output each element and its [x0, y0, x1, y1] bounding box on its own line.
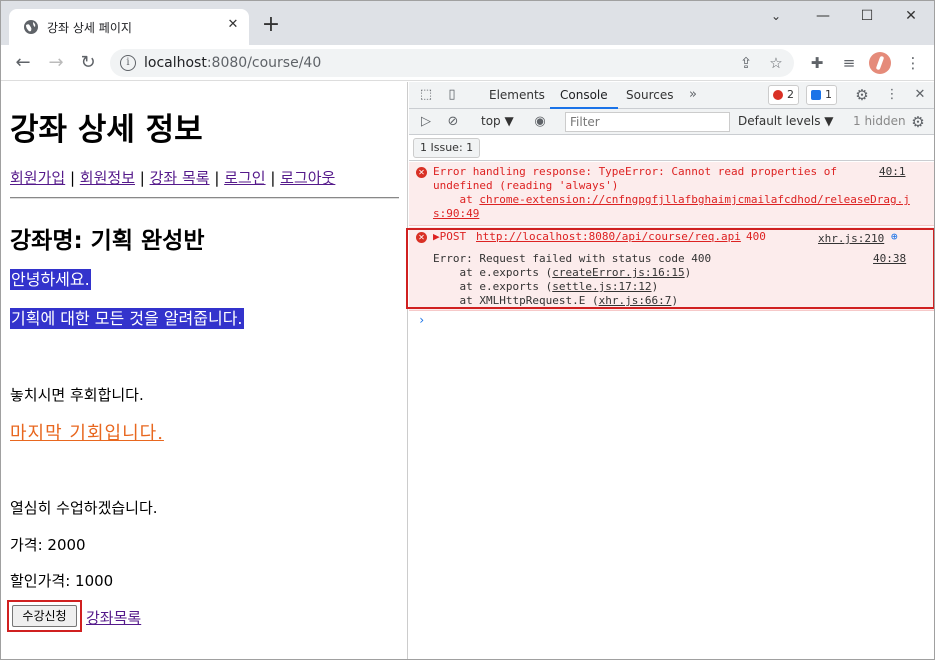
stack-prefix: at [433, 193, 480, 206]
source-link[interactable]: 40:1 [879, 165, 906, 178]
stack-link[interactable]: chrome-extension://cnfngpgfjllafbghaimjc… [479, 193, 909, 206]
minimize-button[interactable]: — [803, 5, 843, 31]
hidden-count: 1 hidden [853, 114, 906, 128]
tab-close-icon[interactable]: ✕ [225, 17, 241, 33]
browser-toolbar: ← → ↻ i localhost:8080/course/40 ⇪ ☆ ✚ ≡… [1, 45, 934, 81]
issues-bar: 1 Issue: 1 [409, 135, 934, 161]
price-text: 가격: 2000 [10, 536, 86, 554]
page-content: 강좌 상세 정보 회원가입 | 회원정보 | 강좌 목록 | 로그인 | 로그아… [1, 82, 408, 659]
enroll-button[interactable]: 수강신청 [12, 605, 77, 627]
sidebar-toggle-icon[interactable]: ▷ [417, 113, 435, 131]
device-toolbar-icon[interactable]: ▯ [443, 86, 461, 104]
console-filter-input[interactable]: Filter [565, 112, 730, 132]
tab-strip: 강좌 상세 페이지 ✕ + ⌄ — ☐ ✕ [1, 1, 934, 45]
description-highlight-1: 안녕하세요. [10, 269, 91, 290]
error-x-icon: ✕ [416, 167, 427, 178]
nav-link-login[interactable]: 로그인 [224, 169, 265, 187]
maximize-button[interactable]: ☐ [847, 5, 887, 31]
message-count-badge[interactable]: 1 [806, 85, 837, 105]
devtools-menu-icon[interactable]: ⋮ [883, 86, 901, 104]
nav-separator: | [265, 169, 281, 187]
nav-link-signup[interactable]: 회원가입 [10, 169, 65, 187]
browser-window: 강좌 상세 페이지 ✕ + ⌄ — ☐ ✕ ← → ↻ i localhost:… [0, 0, 935, 660]
nav-link-member-info[interactable]: 회원정보 [80, 169, 135, 187]
address-bar[interactable]: i localhost:8080/course/40 ⇪ ☆ [110, 49, 794, 77]
error-icon [773, 90, 783, 100]
nav-link-logout[interactable]: 로그아웃 [280, 169, 335, 187]
error-text: undefined (reading 'always') [433, 179, 619, 192]
tab-title: 강좌 상세 페이지 [47, 21, 132, 35]
forward-arrow-icon[interactable]: → [44, 51, 68, 75]
profile-avatar[interactable] [869, 52, 891, 74]
nav-separator: | [135, 169, 150, 187]
back-arrow-icon[interactable]: ← [11, 51, 35, 75]
nav-separator: | [209, 169, 225, 187]
divider [10, 197, 399, 199]
message-count: 1 [825, 88, 832, 101]
clear-console-icon[interactable]: ⊘ [444, 113, 462, 131]
console-error-message: ✕ Error handling response: TypeError: Ca… [409, 162, 934, 226]
request-error-highlight [406, 228, 934, 309]
log-levels-dropdown[interactable]: Default levels ▼ [738, 114, 834, 128]
globe-icon [24, 20, 38, 34]
sale-price-text: 할인가격: 1000 [10, 572, 114, 590]
description-accent-text: 마지막 기회입니다. [10, 423, 164, 444]
console-prompt[interactable]: › [418, 313, 425, 327]
tab-search-chevron-icon[interactable]: ⌄ [756, 5, 796, 31]
error-count-badge[interactable]: 2 [768, 85, 799, 105]
issues-button[interactable]: 1 Issue: 1 [413, 138, 481, 158]
stack-link[interactable]: s:90:49 [433, 207, 479, 220]
tab-elements[interactable]: Elements [479, 82, 555, 109]
nav-links: 회원가입 | 회원정보 | 강좌 목록 | 로그인 | 로그아웃 [10, 167, 335, 188]
devtools-panel: ⬚ ▯ Elements Console Sources » 2 1 ⚙ ⋮ ✕… [406, 82, 934, 659]
media-control-icon[interactable]: ≡ [837, 51, 861, 75]
tab-sources[interactable]: Sources [616, 82, 683, 109]
error-text: Error handling response: TypeError: Cann… [433, 165, 837, 178]
enroll-button-highlight: 수강신청 [7, 600, 82, 632]
course-list-link[interactable]: 강좌목록 [86, 607, 141, 628]
more-tabs-icon[interactable]: » [684, 86, 702, 104]
bookmark-star-icon[interactable]: ☆ [766, 53, 786, 73]
description-text-5: 열심히 수업하겠습니다. [10, 499, 158, 517]
browser-tab[interactable]: 강좌 상세 페이지 ✕ [9, 9, 249, 45]
error-count: 2 [787, 88, 794, 101]
console-filter-bar: ▷ ⊘ top ▼ ◉ Filter Default levels ▼ 1 hi… [409, 109, 934, 135]
course-name-heading: 강좌명: 기획 완성반 [10, 228, 205, 254]
share-icon[interactable]: ⇪ [736, 53, 756, 73]
context-selector[interactable]: top ▼ [481, 114, 514, 128]
close-devtools-icon[interactable]: ✕ [911, 86, 929, 104]
info-icon[interactable]: i [120, 55, 136, 71]
reload-icon[interactable]: ↻ [76, 51, 100, 75]
description-highlight-2: 기획에 대한 모든 것을 알려줍니다. [10, 308, 244, 329]
live-expression-eye-icon[interactable]: ◉ [531, 113, 549, 131]
tab-console[interactable]: Console [550, 82, 618, 109]
url-text[interactable]: localhost:8080/course/40 [144, 55, 321, 71]
new-tab-button[interactable]: + [259, 14, 283, 38]
devtools-tab-bar: ⬚ ▯ Elements Console Sources » 2 1 ⚙ ⋮ ✕ [409, 82, 934, 109]
message-icon [811, 90, 821, 100]
description-text-3: 놓치시면 후회합니다. [10, 386, 144, 404]
extensions-puzzle-icon[interactable]: ✚ [805, 51, 829, 75]
nav-separator: | [65, 169, 80, 187]
settings-gear-icon[interactable]: ⚙ [853, 86, 871, 104]
console-settings-gear-icon[interactable]: ⚙ [909, 113, 927, 131]
inspect-element-icon[interactable]: ⬚ [417, 86, 435, 104]
page-title: 강좌 상세 정보 [10, 112, 203, 148]
nav-link-course-list[interactable]: 강좌 목록 [150, 169, 210, 187]
close-window-button[interactable]: ✕ [891, 5, 931, 31]
menu-kebab-icon[interactable]: ⋮ [901, 51, 925, 75]
